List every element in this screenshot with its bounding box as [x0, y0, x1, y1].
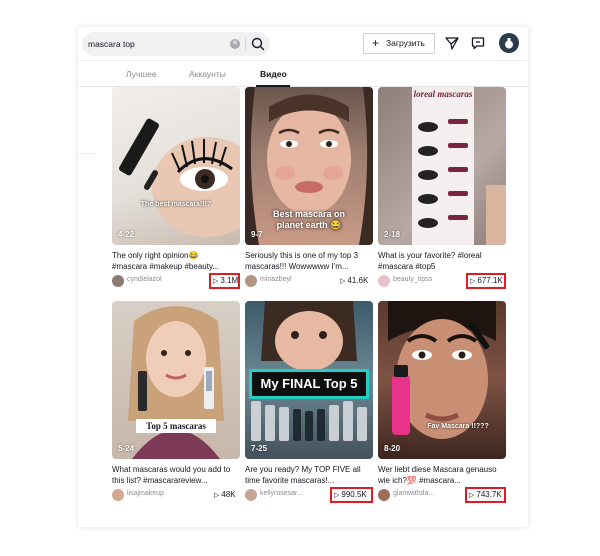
play-icon: ▷ [470, 278, 476, 285]
view-count-value: 677.1K [477, 276, 503, 285]
username[interactable]: kellyrosesar... [260, 490, 303, 497]
view-count-value: 3.1M [220, 276, 239, 285]
tiktok-search-results: ✕ + Загрузить Лучшее Аккаунты Ви [78, 27, 528, 527]
video-caption: What mascaras would you add to this list… [112, 464, 240, 486]
caption-line: this list? #mascarareview... [112, 476, 208, 485]
tab-accounts[interactable]: Аккаунты [189, 69, 226, 79]
user-avatar[interactable] [245, 275, 257, 287]
video-thumbnail[interactable]: Best mascara on planet earth 😂 9-7 [245, 87, 373, 245]
post-date: 8-20 [384, 444, 401, 453]
divider [78, 153, 96, 154]
post-date: 2-18 [384, 230, 401, 239]
play-icon: ▷ [469, 492, 475, 499]
caption-line: Seriously this is one of my top 3 [245, 251, 358, 260]
view-count: ▷ 743.7K [469, 490, 502, 499]
avatar[interactable] [499, 33, 519, 53]
caption-line: What mascaras would you add to [112, 465, 231, 474]
view-count: ▷ 41.6K [340, 276, 368, 285]
overlay-text: The best mascara!!!? [140, 201, 212, 208]
user-avatar[interactable] [378, 489, 390, 501]
tab-top[interactable]: Лучшее [126, 69, 157, 79]
post-date: 5-24 [118, 444, 135, 453]
play-icon: ▷ [214, 492, 220, 499]
video-meta: glamwithda... ▷ 743.7K [378, 487, 506, 503]
thumbnail-image [388, 301, 496, 439]
video-thumbnail[interactable]: My FINAL Top 5 7-25 [245, 301, 373, 459]
caption-line: Are you ready? My TOP FIVE all [245, 465, 361, 474]
upload-button[interactable]: + Загрузить [363, 33, 435, 54]
post-date: 4-22 [118, 230, 135, 239]
view-count-value: 41.6K [347, 276, 369, 285]
close-icon[interactable]: ✕ [230, 39, 240, 49]
username[interactable]: glamwithda... [393, 490, 434, 497]
view-count-value: 48K [221, 490, 236, 499]
thumbnail-image [412, 87, 506, 245]
search-bar: ✕ [82, 32, 270, 56]
video-caption: What is your favorite? #loreal #mascara … [378, 250, 506, 272]
user-avatar[interactable] [112, 275, 124, 287]
top-bar: ✕ + Загрузить [78, 27, 528, 61]
caption-line: time favorite mascaras!... [245, 476, 335, 485]
overlay-text: My FINAL Top 5 [249, 369, 369, 399]
username[interactable]: lisajmakeup [127, 490, 164, 497]
view-count-value: 743.7K [476, 490, 502, 499]
username[interactable]: cyndielazol [127, 276, 162, 283]
thumbnail-image [128, 306, 224, 459]
tab-videos[interactable]: Видео [260, 69, 287, 79]
video-thumbnail[interactable]: Top 5 mascaras 5-24 [112, 301, 240, 459]
overlay-text: Best mascara on planet earth 😂 [272, 209, 346, 230]
username[interactable]: minazbeyl [260, 276, 292, 283]
video-meta: lisajmakeup ▷ 48K [112, 488, 240, 502]
search-divider [245, 38, 246, 50]
play-icon: ▷ [340, 278, 346, 285]
user-avatar[interactable] [245, 489, 257, 501]
video-meta: kellyrosesar... ▷ 990.5K [245, 487, 373, 503]
user-avatar[interactable] [378, 275, 390, 287]
video-thumbnail[interactable]: The best mascara!!!? 4-22 [112, 87, 240, 245]
view-count: ▷ 48K [214, 490, 236, 499]
video-caption: Wer liebt diese Mascara genauso wie ich?… [378, 464, 506, 486]
caption-line: Wer liebt diese Mascara genauso [378, 465, 497, 474]
video-caption: Seriously this is one of my top 3 mascar… [245, 250, 373, 272]
video-caption: The only right opinion😂 #mascara #makeup… [112, 250, 240, 272]
video-meta: cyndielazol ▷ 3.1M [112, 273, 240, 289]
view-count-value: 990.5K [341, 490, 367, 499]
message-icon[interactable] [470, 35, 486, 51]
username[interactable]: beauty_tipss [393, 276, 432, 283]
play-icon: ▷ [213, 278, 219, 285]
plus-icon: + [372, 36, 380, 50]
thumbnail-image [119, 118, 240, 237]
caption-line: wie ich?💯 #mascara... [378, 476, 461, 485]
search-input[interactable] [88, 37, 224, 51]
post-date: 9-7 [251, 230, 263, 239]
video-thumbnail[interactable]: Fav Mascara !!??? 8-20 [378, 301, 506, 459]
upload-label: Загрузить [386, 38, 425, 48]
overlay-text: Top 5 mascaras [136, 419, 216, 433]
caption-line: mascaras!!! Wowwwww I'm... [245, 262, 349, 271]
result-tabs: Лучшее Аккаунты Видео [78, 61, 528, 87]
view-count: ▷ 677.1K [470, 276, 503, 285]
inbox-icon[interactable] [444, 35, 460, 51]
view-count: ▷ 990.5K [334, 490, 367, 499]
search-icon[interactable] [250, 36, 266, 52]
caption-line: #mascara #top5 [378, 262, 436, 271]
video-meta: beauty_tipss ▷ 677.1K [378, 273, 506, 289]
video-caption: Are you ready? My TOP FIVE all time favo… [245, 464, 373, 486]
overlay-text: loreal mascaras [413, 89, 473, 99]
overlay-text: Fav Mascara !!??? [427, 423, 489, 430]
caption-line: The only right opinion😂 [112, 251, 199, 260]
caption-line: #mascara #makeup #beauty... [112, 262, 220, 271]
view-count: ▷ 3.1M [213, 276, 238, 285]
play-icon: ▷ [334, 492, 340, 499]
caption-line: What is your favorite? #loreal [378, 251, 482, 260]
video-thumbnail[interactable]: loreal mascaras 2-18 [378, 87, 506, 245]
user-avatar[interactable] [112, 489, 124, 501]
post-date: 7-25 [251, 444, 268, 453]
video-meta: minazbeyl ▷ 41.6K [245, 274, 373, 288]
